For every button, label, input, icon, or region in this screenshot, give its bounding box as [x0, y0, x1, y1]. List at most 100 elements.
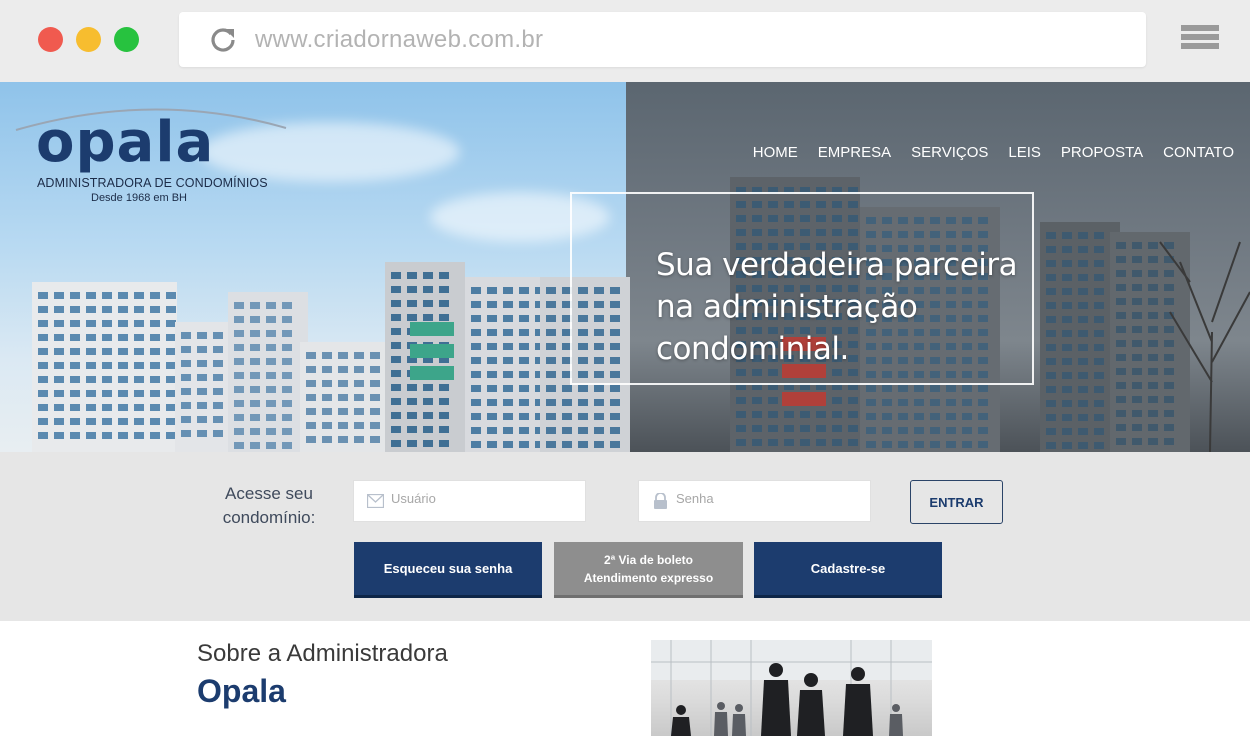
building-window [1094, 344, 1104, 351]
building-window [898, 441, 908, 448]
building-window [134, 404, 144, 411]
nav-contato[interactable]: CONTATO [1163, 144, 1234, 161]
building-window [1078, 372, 1088, 379]
nav-servicos[interactable]: SERVIÇOS [911, 144, 988, 161]
building-window [1046, 386, 1056, 393]
building-window [150, 404, 160, 411]
opala-logo[interactable]: opala ADMINISTRADORA DE CONDOMÍNIOS Desd… [14, 100, 304, 210]
building-window [118, 306, 128, 313]
building-window [38, 320, 48, 327]
building-window [503, 343, 513, 350]
nav-home[interactable]: HOME [753, 144, 798, 161]
signup-button[interactable]: Cadastre-se [754, 542, 942, 598]
boleto-button[interactable]: 2ª Via de boleto Atendimento expresso [554, 542, 743, 598]
building-window [487, 441, 497, 448]
nav-empresa[interactable]: EMPRESA [818, 144, 891, 161]
building-window [70, 306, 80, 313]
building-window [503, 357, 513, 364]
forgot-password-button[interactable]: Esqueceu sua senha [354, 542, 542, 598]
building-window [578, 399, 588, 406]
close-window-dot[interactable] [38, 27, 63, 52]
building-window [848, 397, 858, 404]
building-window [118, 376, 128, 383]
building-window [150, 320, 160, 327]
building-window [423, 286, 433, 293]
enter-button[interactable]: ENTRAR [910, 480, 1003, 524]
building-window [102, 418, 112, 425]
building-window [768, 411, 778, 418]
building-window [282, 316, 292, 323]
building-window [1116, 396, 1126, 403]
building-window [134, 418, 144, 425]
building-window [946, 399, 956, 406]
building-window [197, 346, 207, 353]
building-window [70, 348, 80, 355]
building-window [519, 287, 529, 294]
building-window [213, 430, 223, 437]
building-window [38, 418, 48, 425]
building-window [370, 422, 380, 429]
building-window [306, 422, 316, 429]
building-window [1148, 256, 1158, 263]
building-window [752, 397, 762, 404]
address-bar[interactable]: www.criadornaweb.com.br [179, 12, 1146, 67]
building-window [1116, 382, 1126, 389]
building-window [594, 427, 604, 434]
nav-leis[interactable]: LEIS [1008, 144, 1041, 161]
building-window [250, 302, 260, 309]
building-window [1148, 438, 1158, 445]
building-window [102, 390, 112, 397]
building-window [946, 385, 956, 392]
nav-proposta[interactable]: PROPOSTA [1061, 144, 1143, 161]
building-window [134, 320, 144, 327]
building-window [1062, 302, 1072, 309]
building-window [1116, 354, 1126, 361]
building-window [250, 344, 260, 351]
building-window [1094, 386, 1104, 393]
building-window [610, 385, 620, 392]
building-window [86, 362, 96, 369]
balcony [410, 344, 454, 358]
building-window [1046, 372, 1056, 379]
building-window [914, 385, 924, 392]
building-window [354, 422, 364, 429]
maximize-window-dot[interactable] [114, 27, 139, 52]
building-window [423, 426, 433, 433]
login-label: Acesse seu condomínio: [222, 484, 316, 527]
minimize-window-dot[interactable] [76, 27, 101, 52]
building-window [1164, 340, 1174, 347]
building-window [594, 441, 604, 448]
building-window [866, 385, 876, 392]
building-window [1132, 298, 1142, 305]
building-window [882, 427, 892, 434]
building-window [503, 413, 513, 420]
building-window [354, 436, 364, 443]
username-field[interactable] [353, 480, 586, 522]
building-window [946, 427, 956, 434]
building-window [354, 352, 364, 359]
building-window [503, 329, 513, 336]
building-window [562, 427, 572, 434]
building-window [594, 413, 604, 420]
username-input[interactable] [391, 491, 571, 506]
reload-icon[interactable] [209, 26, 237, 54]
building-window [234, 316, 244, 323]
building-window [1148, 396, 1158, 403]
building-window [118, 334, 128, 341]
browser-menu-icon[interactable] [1181, 25, 1219, 55]
building-window [1132, 340, 1142, 347]
building-window [166, 404, 176, 411]
building-window [1046, 442, 1056, 449]
building-window [266, 428, 276, 435]
building-window [70, 404, 80, 411]
building-window [306, 380, 316, 387]
building-window [914, 413, 924, 420]
password-field[interactable] [638, 480, 871, 522]
building-window [816, 425, 826, 432]
building-window [1164, 368, 1174, 375]
url-text[interactable]: www.criadornaweb.com.br [255, 26, 543, 54]
building-window [503, 427, 513, 434]
password-input[interactable] [676, 491, 856, 506]
building-window [250, 330, 260, 337]
building-window [282, 358, 292, 365]
